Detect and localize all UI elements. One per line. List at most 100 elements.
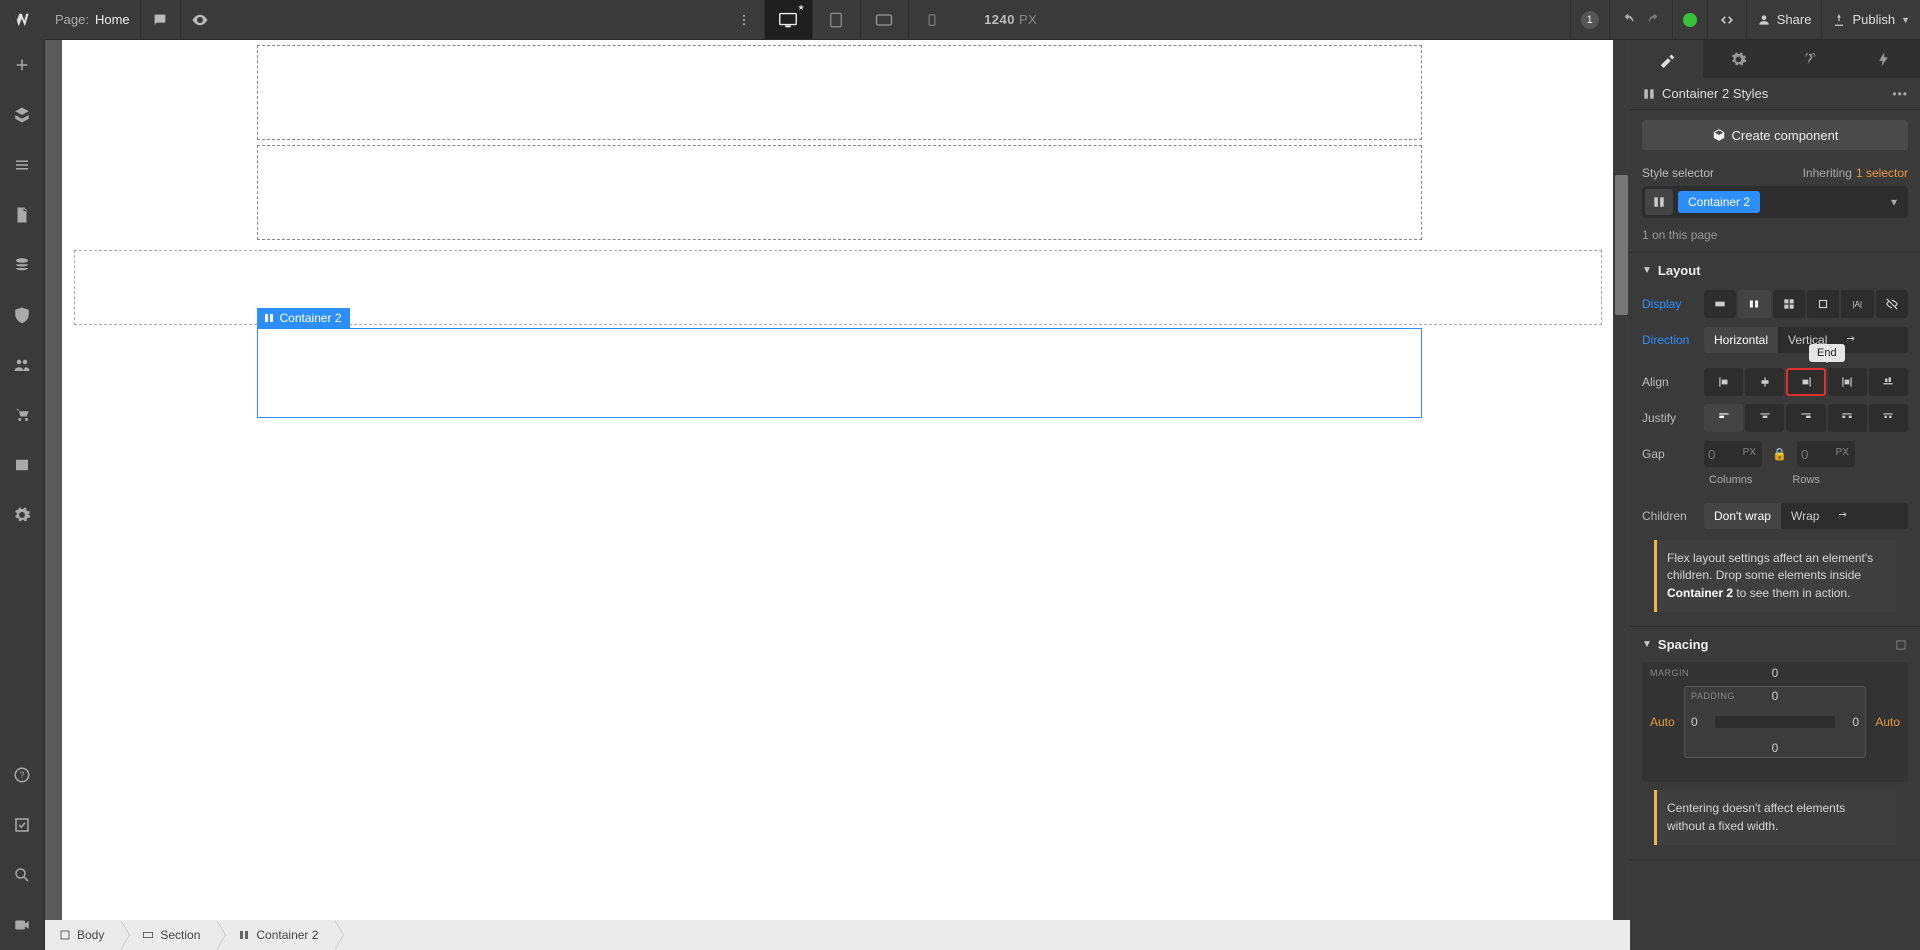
justify-start[interactable]	[1704, 404, 1743, 432]
scrollbar-thumb[interactable]	[1615, 175, 1628, 315]
justify-between[interactable]	[1828, 404, 1867, 432]
justify-center[interactable]	[1745, 404, 1784, 432]
children-wrap[interactable]: Wrap	[1781, 503, 1829, 529]
preview-eye-icon[interactable]	[180, 0, 220, 40]
display-none[interactable]	[1876, 290, 1908, 318]
assets-icon[interactable]	[0, 440, 44, 490]
selection-tag-label: Container 2	[280, 311, 342, 325]
style-selector-row: Style selector Inheriting 1 selector	[1630, 160, 1920, 182]
container-icon	[263, 312, 275, 324]
search-icon[interactable]	[0, 850, 44, 900]
canvas-scrollbar[interactable]	[1613, 40, 1630, 920]
pages-icon[interactable]	[0, 190, 44, 240]
display-inline[interactable]: |A|	[1841, 290, 1873, 318]
canvas-container-placeholder[interactable]	[257, 145, 1422, 240]
display-flex[interactable]	[1738, 290, 1770, 318]
gap-lock-icon[interactable]: 🔒	[1768, 447, 1791, 461]
app-logo[interactable]	[0, 0, 45, 40]
selected-container[interactable]	[257, 328, 1422, 418]
svg-text:|A|: |A|	[1853, 300, 1863, 309]
align-center[interactable]	[1745, 368, 1784, 396]
justify-around[interactable]	[1869, 404, 1908, 432]
chevron-down-icon: ▼	[1642, 265, 1652, 276]
spacing-section-header[interactable]: ▼ Spacing	[1642, 637, 1908, 652]
audit-icon[interactable]	[0, 800, 44, 850]
breadcrumb-section[interactable]: Section	[120, 920, 216, 950]
redo-icon[interactable]	[1646, 0, 1672, 40]
panel-more-icon[interactable]: •••	[1892, 87, 1908, 101]
symbols-icon[interactable]	[0, 90, 44, 140]
cms-icon[interactable]	[0, 240, 44, 290]
align-baseline[interactable]	[1869, 368, 1908, 396]
margin-right[interactable]: Auto	[1875, 715, 1900, 729]
navigator-icon[interactable]	[0, 140, 44, 190]
gap-columns-input[interactable]	[1704, 441, 1762, 467]
device-tablet-landscape[interactable]	[860, 0, 908, 39]
svg-text:?: ?	[19, 770, 24, 780]
undo-icon[interactable]	[1609, 0, 1646, 40]
breadcrumb-label: Body	[77, 928, 104, 942]
padding-top[interactable]: 0	[1772, 689, 1779, 703]
display-block[interactable]	[1704, 290, 1736, 318]
display-grid[interactable]	[1773, 290, 1805, 318]
tab-settings[interactable]	[1703, 40, 1776, 78]
gap-rows-input[interactable]	[1797, 441, 1855, 467]
help-icon[interactable]: ?	[0, 750, 44, 800]
selector-class-pill[interactable]: Container 2	[1678, 191, 1760, 213]
canvas-container-placeholder[interactable]	[257, 45, 1422, 140]
padding-box[interactable]: PADDING 0 0 0 0	[1684, 686, 1866, 758]
status-ok[interactable]	[1672, 0, 1707, 40]
ecommerce-icon[interactable]	[0, 290, 44, 340]
device-desktop[interactable]	[764, 0, 812, 39]
align-end[interactable]	[1786, 368, 1825, 396]
device-tablet[interactable]	[812, 0, 860, 39]
display-label[interactable]: Display	[1642, 297, 1704, 311]
cart-icon[interactable]	[0, 390, 44, 440]
settings-icon[interactable]	[0, 490, 44, 540]
selector-state-dropdown[interactable]: ▾	[1883, 195, 1905, 209]
padding-bottom[interactable]: 0	[1772, 741, 1779, 755]
canvas-width[interactable]: 1240 PX	[956, 12, 1066, 27]
margin-left[interactable]: Auto	[1650, 715, 1675, 729]
users-icon[interactable]	[0, 340, 44, 390]
selector-input[interactable]: Container 2 ▾	[1642, 186, 1908, 218]
create-component-button[interactable]: Create component	[1642, 120, 1908, 150]
layout-section-header[interactable]: ▼ Layout	[1642, 263, 1908, 278]
canvas[interactable]: Container 2	[62, 40, 1614, 920]
display-inline-block[interactable]	[1807, 290, 1839, 318]
direction-label[interactable]: Direction	[1642, 333, 1704, 347]
device-mobile[interactable]	[908, 0, 956, 39]
changes-badge[interactable]: 1	[1570, 0, 1609, 40]
more-icon[interactable]	[724, 0, 764, 40]
children-nowrap[interactable]: Don't wrap	[1704, 503, 1781, 529]
canvas-area[interactable]: Container 2	[45, 40, 1630, 920]
tab-effects[interactable]	[1848, 40, 1920, 78]
direction-horizontal[interactable]: Horizontal	[1704, 327, 1778, 353]
padding-right[interactable]: 0	[1852, 715, 1859, 729]
gap-captions: Columns Rows	[1709, 474, 1908, 486]
tab-style[interactable]	[1630, 40, 1703, 78]
video-icon[interactable]	[0, 900, 44, 950]
selection-tag[interactable]: Container 2	[257, 308, 350, 328]
breadcrumb-container[interactable]: Container 2	[216, 920, 334, 950]
selector-element-icon[interactable]	[1645, 189, 1673, 215]
code-export-icon[interactable]	[1707, 0, 1746, 40]
breadcrumb-body[interactable]: Body	[45, 920, 120, 950]
justify-end[interactable]	[1786, 404, 1825, 432]
spacing-expand-icon[interactable]	[1894, 638, 1908, 652]
padding-left[interactable]: 0	[1691, 715, 1698, 729]
tab-interactions[interactable]	[1775, 40, 1848, 78]
page-selector[interactable]: Page: Home	[45, 0, 140, 39]
children-wrap-reverse-icon[interactable]	[1829, 503, 1857, 529]
publish-button[interactable]: Publish ▼	[1821, 0, 1920, 40]
margin-top[interactable]: 0	[1772, 666, 1779, 680]
breadcrumb-label: Container 2	[256, 928, 318, 942]
inheriting-count[interactable]: 1 selector	[1856, 166, 1908, 180]
spacing-diagram[interactable]: MARGIN 0 Auto Auto 0 PADDING 0 0 0 0	[1642, 662, 1908, 782]
direction-row: Direction Horizontal Vertical	[1642, 324, 1908, 356]
add-element-icon[interactable]	[0, 40, 44, 90]
share-button[interactable]: Share	[1746, 0, 1822, 40]
comments-icon[interactable]	[140, 0, 180, 40]
align-start[interactable]	[1704, 368, 1743, 396]
align-stretch[interactable]	[1828, 368, 1867, 396]
